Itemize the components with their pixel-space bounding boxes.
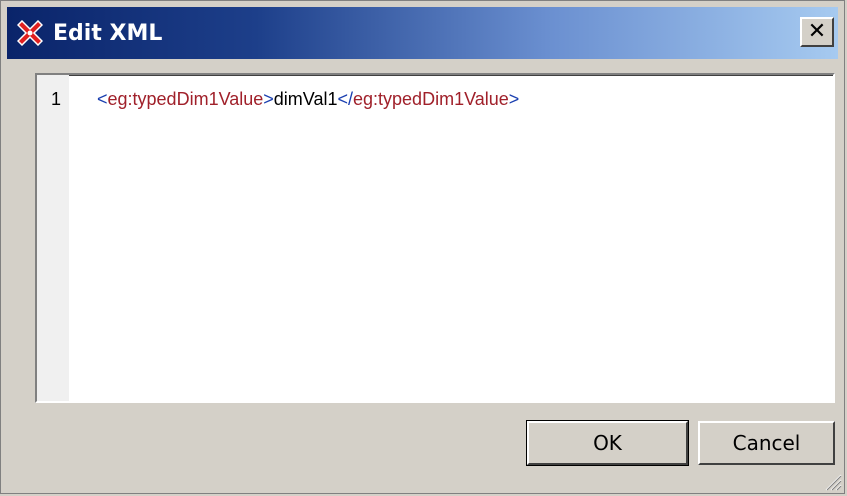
window-title: Edit XML [53,20,163,46]
close-bracket: </ [337,89,354,109]
close-bracket-end: > [508,89,520,109]
title-bar[interactable]: Edit XML ✕ [7,7,838,59]
open-bracket-end: > [263,89,274,109]
close-tag-name: eg:typedDim1Value [353,89,509,109]
resize-grip-icon[interactable] [822,471,842,491]
open-tag-name: eg:typedDim1Value [107,89,264,109]
element-value: dimVal1 [273,89,338,109]
cancel-button[interactable]: Cancel [698,421,835,465]
line-gutter [37,75,69,401]
close-button[interactable]: ✕ [800,17,834,47]
close-icon: ✕ [807,19,827,44]
open-bracket: < [97,89,108,109]
ok-button[interactable]: OK [526,420,689,466]
code-line[interactable]: <eg:typedDim1Value>dimVal1</eg:typedDim1… [97,89,519,110]
xml-editor[interactable]: 1 <eg:typedDim1Value>dimVal1</eg:typedDi… [35,73,835,403]
line-number: 1 [51,89,62,109]
xmlspy-x-icon [15,18,45,48]
edit-xml-dialog: Edit XML ✕ 1 <eg:typedDim1Value>dimVal1<… [0,0,845,494]
